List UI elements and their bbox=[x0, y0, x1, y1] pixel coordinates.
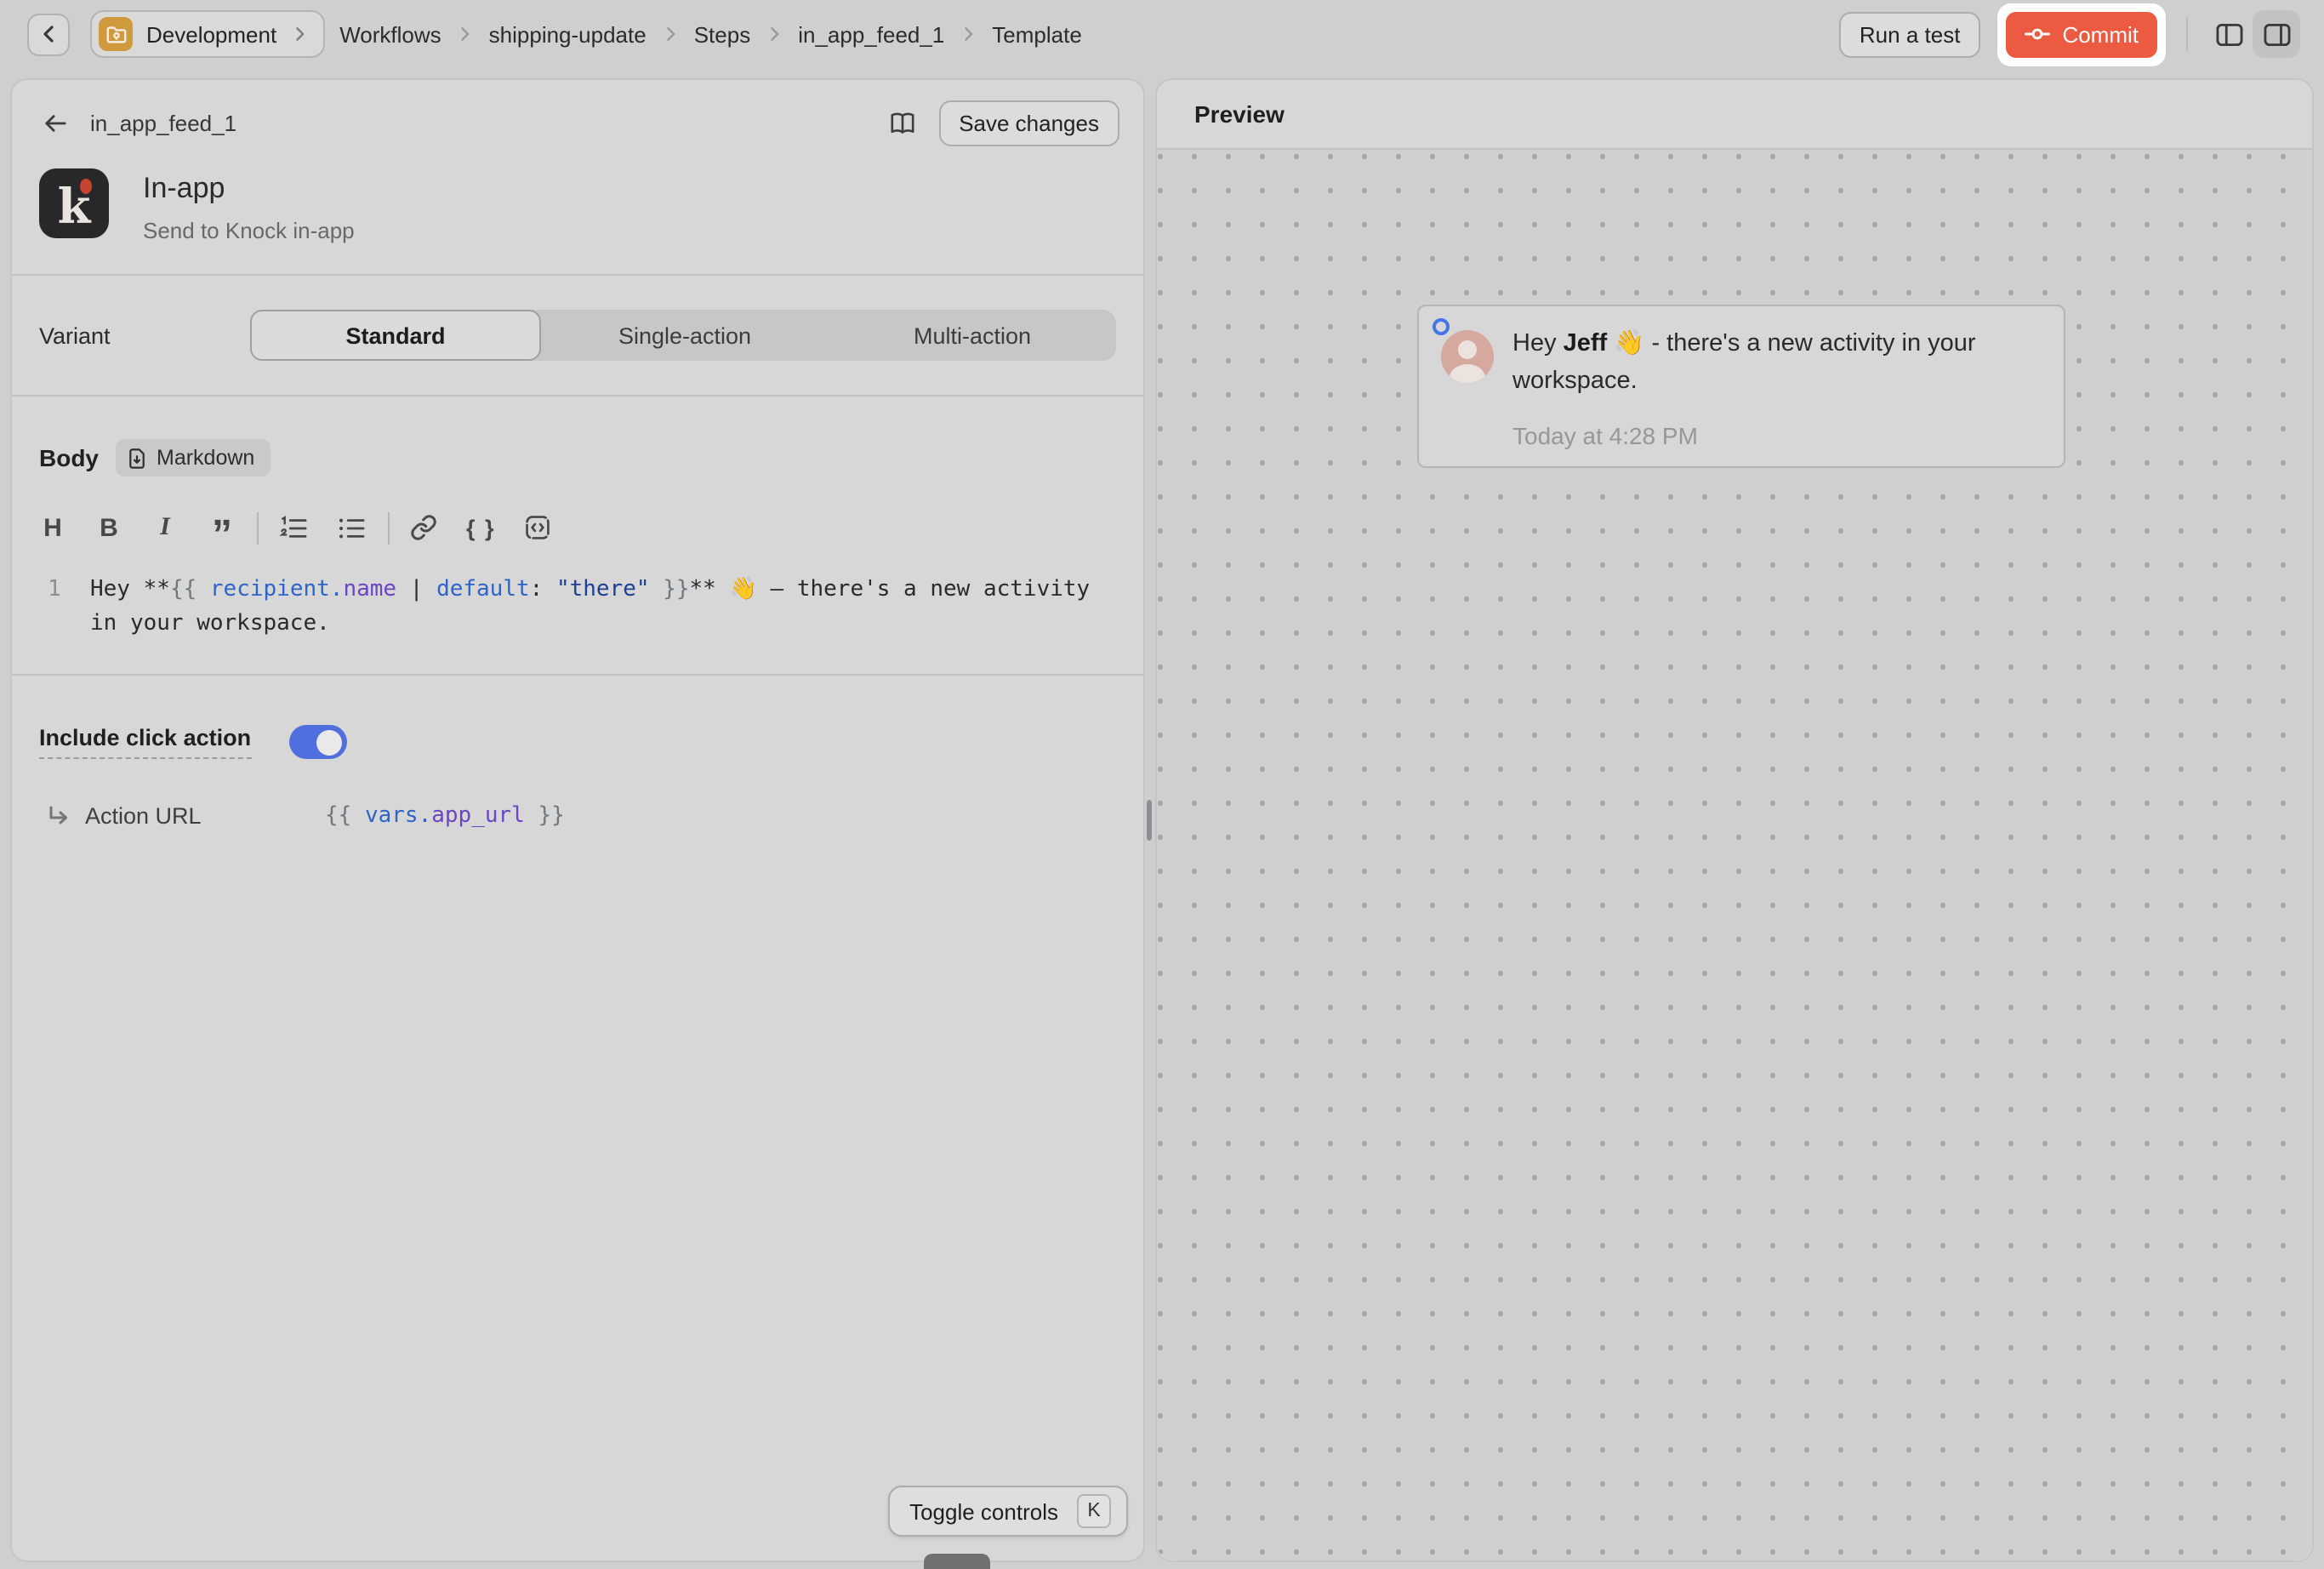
preview-panel: Preview Hey Jeff 👋 - there's a new activ… bbox=[1155, 78, 2314, 1562]
toolbar-separator bbox=[388, 511, 390, 544]
environment-selector[interactable]: Development bbox=[90, 10, 324, 58]
heading-icon[interactable]: H bbox=[39, 511, 66, 545]
bold-icon[interactable]: B bbox=[95, 511, 122, 545]
variant-label: Variant bbox=[39, 322, 250, 348]
breadcrumb-item-workflows[interactable]: Workflows bbox=[339, 21, 441, 47]
editor-panel-header: in_app_feed_1 Save changes bbox=[12, 80, 1143, 155]
chevron-right-icon bbox=[662, 26, 679, 43]
breadcrumb-item-template[interactable]: Template bbox=[992, 21, 1082, 47]
step-name: in_app_feed_1 bbox=[90, 110, 236, 135]
indent-arrow-icon bbox=[46, 805, 70, 827]
variant-option-single-action[interactable]: Single-action bbox=[541, 310, 829, 361]
line-number: 1 bbox=[39, 573, 90, 640]
click-action-section: Include click action Action URL {{ vars.… bbox=[12, 676, 1143, 878]
panel-resize-handle[interactable] bbox=[1147, 800, 1152, 841]
knock-logo-dot bbox=[80, 179, 92, 194]
breadcrumb-item-step-key[interactable]: in_app_feed_1 bbox=[798, 21, 944, 47]
topbar-actions: Run a test Commit bbox=[1839, 3, 2300, 66]
body-label: Body bbox=[39, 444, 99, 471]
template-code[interactable]: Hey **{{ recipient.name | default: "ther… bbox=[90, 573, 1104, 640]
include-click-action-toggle[interactable] bbox=[288, 725, 346, 759]
blockquote-icon[interactable]: ” bbox=[208, 511, 235, 545]
link-icon[interactable] bbox=[410, 511, 437, 545]
app-window: Development Workflows shipping-update St… bbox=[0, 0, 2324, 1569]
ordered-list-icon[interactable] bbox=[279, 511, 308, 545]
notification-preview-card[interactable]: Hey Jeff 👋 - there's a new activity in y… bbox=[1417, 305, 2065, 468]
save-changes-button[interactable]: Save changes bbox=[938, 100, 1119, 145]
environment-folder-icon bbox=[99, 17, 133, 51]
action-url-row: Action URL {{ vars.app_url }} bbox=[39, 803, 1116, 829]
arrow-left-icon bbox=[43, 111, 68, 134]
channel-info: k In-app Send to Knock in-app bbox=[12, 155, 1143, 274]
preview-canvas: Hey Jeff 👋 - there's a new activity in y… bbox=[1157, 148, 2312, 1560]
body-code-editor[interactable]: 1 Hey **{{ recipient.name | default: "th… bbox=[39, 573, 1116, 640]
toggle-left-panel-button[interactable] bbox=[2205, 10, 2253, 58]
environment-label: Development bbox=[146, 21, 276, 47]
action-url-label: Action URL bbox=[85, 803, 272, 829]
format-badge[interactable]: Markdown bbox=[116, 439, 270, 476]
channel-subtitle: Send to Knock in-app bbox=[143, 218, 355, 243]
format-badge-label: Markdown bbox=[157, 446, 254, 470]
knock-logo: k bbox=[39, 168, 109, 238]
channel-title: In-app bbox=[143, 168, 355, 206]
topbar-left: Development Workflows shipping-update St… bbox=[27, 10, 1082, 58]
topbar-separator bbox=[2186, 17, 2188, 51]
breadcrumb-item-steps[interactable]: Steps bbox=[694, 21, 751, 47]
chevron-right-icon bbox=[960, 26, 977, 43]
commit-button-label: Commit bbox=[2062, 21, 2139, 47]
shortcut-key-badge: K bbox=[1077, 1494, 1111, 1528]
commit-button[interactable]: Commit bbox=[2006, 11, 2157, 57]
toggle-right-panel-button[interactable] bbox=[2253, 10, 2300, 58]
click-action-row: Include click action bbox=[39, 725, 1116, 759]
avatar bbox=[1441, 330, 1494, 383]
toggle-knob bbox=[316, 729, 342, 755]
unread-indicator-dot bbox=[1433, 318, 1450, 335]
breadcrumb-item-workflow-key[interactable]: shipping-update bbox=[489, 21, 647, 47]
back-to-step-button[interactable] bbox=[39, 108, 71, 137]
panel-left-icon bbox=[2214, 21, 2243, 47]
channel-text: In-app Send to Knock in-app bbox=[143, 168, 355, 243]
chevron-left-icon bbox=[38, 24, 59, 44]
topbar: Development Workflows shipping-update St… bbox=[0, 0, 2324, 75]
markdown-file-icon bbox=[128, 447, 146, 469]
variant-segmented-control: Standard Single-action Multi-action bbox=[250, 310, 1116, 361]
commit-button-spotlight: Commit bbox=[1997, 3, 2166, 66]
back-button[interactable] bbox=[27, 13, 70, 55]
bottom-overflow-element bbox=[924, 1554, 990, 1569]
chevron-right-icon bbox=[457, 26, 474, 43]
body-label-row: Body Markdown bbox=[39, 439, 1116, 476]
variant-section: Variant Standard Single-action Multi-act… bbox=[12, 276, 1143, 395]
chevron-right-icon bbox=[290, 26, 307, 43]
notification-timestamp: Today at 4:28 PM bbox=[1512, 422, 1698, 449]
preview-title: Preview bbox=[1157, 80, 2312, 148]
breadcrumb: Development Workflows shipping-update St… bbox=[90, 10, 1082, 58]
panel-right-icon bbox=[2262, 21, 2291, 47]
toggle-controls-button[interactable]: Toggle controls K bbox=[887, 1486, 1128, 1537]
template-editor-panel: in_app_feed_1 Save changes k In-app Send… bbox=[10, 78, 1145, 1562]
run-a-test-button[interactable]: Run a test bbox=[1839, 11, 1981, 57]
variant-option-multi-action[interactable]: Multi-action bbox=[829, 310, 1116, 361]
action-url-value[interactable]: {{ vars.app_url }} bbox=[325, 803, 565, 829]
variant-option-standard[interactable]: Standard bbox=[250, 310, 541, 361]
notification-message: Hey Jeff 👋 - there's a new activity in y… bbox=[1512, 327, 2047, 400]
variable-braces-icon[interactable]: { } bbox=[466, 511, 496, 545]
code-block-icon[interactable] bbox=[525, 511, 552, 545]
docs-button[interactable] bbox=[884, 106, 920, 139]
toolbar-separator bbox=[257, 511, 259, 544]
chevron-right-icon bbox=[766, 26, 783, 43]
italic-icon[interactable]: I bbox=[151, 511, 179, 545]
toggle-controls-label: Toggle controls bbox=[909, 1498, 1058, 1524]
formatting-toolbar: H B I ” { } bbox=[39, 511, 1116, 545]
include-click-action-label: Include click action bbox=[39, 725, 251, 759]
bullet-list-icon[interactable] bbox=[337, 511, 366, 545]
book-open-icon bbox=[887, 110, 916, 135]
body-section: Body Markdown H B I ” bbox=[12, 397, 1143, 674]
git-commit-icon bbox=[2025, 24, 2050, 44]
